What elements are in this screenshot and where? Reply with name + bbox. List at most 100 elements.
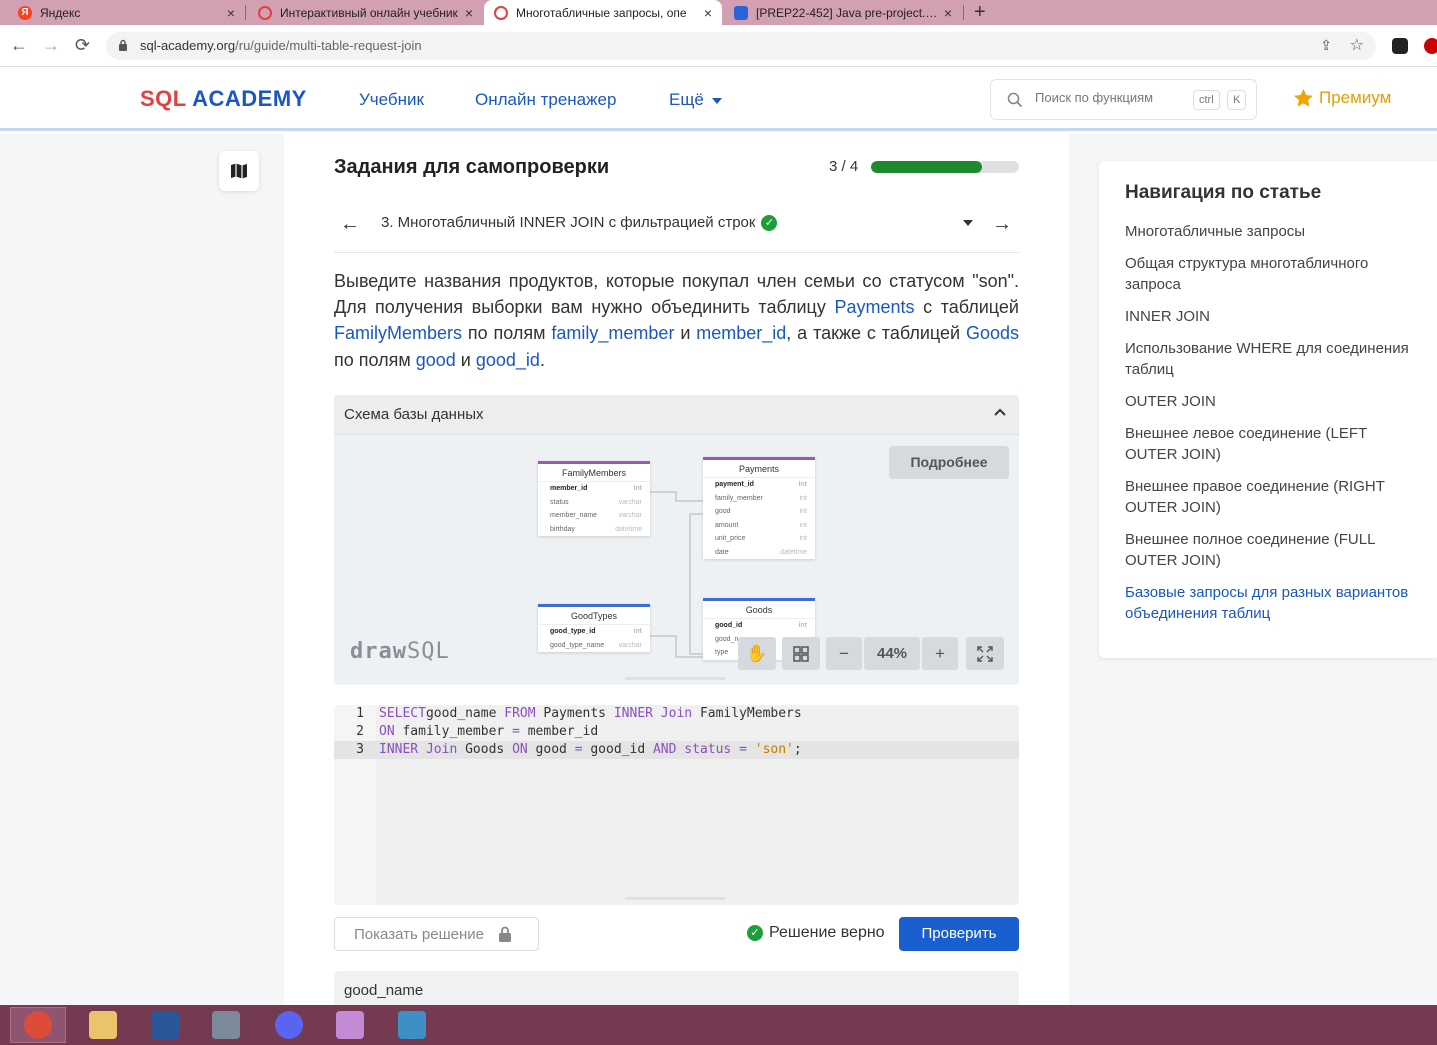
tab-separator — [245, 5, 246, 20]
column-name: amount — [715, 521, 739, 529]
share-icon[interactable]: ⇪ — [1320, 37, 1332, 54]
nav-more[interactable]: Ещё — [669, 90, 722, 110]
schema-table-name: Payments — [703, 460, 815, 478]
next-task-arrow-icon[interactable]: → — [992, 213, 1012, 236]
task-title[interactable]: 3. Многотабличный INNER JOIN с фильтраци… — [381, 214, 778, 231]
close-tab-icon[interactable]: × — [465, 5, 473, 21]
sql-code-editor[interactable]: 1 SELECTgood_name FROM Payments INNER Joi… — [334, 705, 1019, 905]
sql-academy-favicon-icon — [258, 5, 272, 20]
url-text: sql-academy.org/ru/guide/multi-table-req… — [140, 38, 422, 53]
back-arrow-icon[interactable]: ← — [10, 34, 28, 56]
column-name: good_type_name — [550, 641, 605, 649]
column-type: datetime — [780, 548, 807, 556]
code-line[interactable]: 1 SELECTgood_name FROM Payments INNER Joi… — [334, 705, 1019, 723]
close-tab-icon[interactable]: × — [944, 5, 952, 21]
shortcut-key-k: K — [1227, 90, 1247, 110]
lock-icon — [119, 39, 127, 51]
article-navigation: Навигация по статье Многотабличные запро… — [1099, 161, 1437, 658]
url-path: /ru/guide/multi-table-request-join — [235, 38, 422, 53]
taskbar-app-button[interactable] — [137, 1007, 193, 1043]
schema-table-payments[interactable]: Payments payment_id int family_member int … — [703, 457, 815, 559]
drawsql-logo-draw: draw — [350, 639, 407, 664]
pan-hand-button[interactable]: ✋ — [738, 637, 776, 670]
schema-table-family-members[interactable]: FamilyMembers member_id int status varchar… — [538, 461, 650, 536]
url-host: sql-academy.org — [140, 38, 236, 53]
logo-academy: ACADEMY — [192, 86, 307, 111]
nav-online-trainer[interactable]: Онлайн тренажер — [475, 90, 616, 110]
tab-title: Многотабличные запросы, опе — [516, 5, 687, 20]
schema-table-name: Goods — [703, 601, 815, 619]
chevron-up-icon[interactable] — [993, 405, 1007, 419]
taskbar-app-button[interactable] — [322, 1007, 378, 1043]
zoom-in-button[interactable]: + — [922, 637, 958, 670]
forward-arrow-icon[interactable]: → — [42, 34, 60, 56]
article-nav-item[interactable]: Внешнее левое соединение (LEFT OUTER JOI… — [1125, 423, 1415, 465]
star-icon — [1294, 89, 1313, 107]
editor-scrollbar[interactable] — [625, 897, 725, 900]
chrome-icon — [24, 1011, 52, 1039]
column-type: varchar — [618, 498, 642, 506]
windows-taskbar — [0, 1005, 1437, 1045]
code-line[interactable]: 2 ON family_member = member_id — [334, 723, 1019, 741]
taskbar-app-button[interactable] — [75, 1007, 131, 1043]
map-toggle-button[interactable] — [219, 151, 259, 191]
article-nav-item[interactable]: Внешнее правое соединение (RIGHT OUTER J… — [1125, 476, 1415, 518]
taskbar-app-button[interactable] — [10, 1007, 66, 1043]
sql-keyword: = — [574, 742, 583, 757]
column-type: int — [798, 622, 807, 629]
site-header: SQL ACADEMY Учебник Онлайн тренажер Ещё … — [0, 67, 1437, 131]
sql-keyword: INNER Join — [613, 706, 693, 721]
close-tab-icon[interactable]: × — [227, 5, 235, 21]
article-nav-item[interactable]: OUTER JOIN — [1125, 391, 1415, 412]
map-icon — [231, 163, 247, 179]
taskbar-app-button[interactable] — [261, 1007, 317, 1043]
new-tab-button[interactable]: + — [974, 0, 986, 25]
article-nav-item[interactable]: Базовые запросы для разных вариантов объ… — [1125, 582, 1415, 624]
reload-icon[interactable]: ⟳ — [75, 34, 90, 56]
sql-token: good_id — [582, 742, 653, 757]
browser-tab-yandex[interactable]: Я Яндекс × — [8, 0, 245, 25]
section-title: Задания для самопроверки — [334, 156, 610, 178]
schema-table-good-types[interactable]: GoodTypes good_type_id int good_type_name… — [538, 604, 650, 652]
function-search[interactable]: ctrl K — [990, 79, 1257, 120]
premium-link[interactable]: Премиум — [1294, 88, 1391, 108]
browser-tab-jira[interactable]: [PREP22-452] Java pre-project. Зад × — [724, 0, 962, 25]
taskbar-app-button[interactable] — [198, 1007, 254, 1043]
taskbar-app-button[interactable] — [384, 1007, 440, 1043]
fit-layout-button[interactable] — [782, 637, 820, 670]
column-type: int — [633, 485, 642, 492]
close-tab-icon[interactable]: × — [704, 5, 712, 21]
caret-down-icon — [711, 97, 722, 104]
article-nav-list: Многотабличные запросы Общая структура мн… — [1125, 221, 1415, 635]
article-nav-item[interactable]: Использование WHERE для соединения табли… — [1125, 338, 1415, 380]
prev-task-arrow-icon[interactable]: ← — [340, 213, 360, 236]
column-type: int — [799, 508, 807, 515]
search-input[interactable] — [1035, 90, 1175, 105]
fullscreen-button[interactable] — [966, 637, 1004, 670]
drawsql-logo-sql: SQL — [406, 639, 450, 664]
extension-icon[interactable] — [1424, 38, 1437, 54]
column-name: type — [715, 649, 729, 656]
schema-panel-header[interactable]: Схема базы данных — [334, 395, 1019, 435]
article-nav-item[interactable]: Внешнее полное соединение (FULL OUTER JO… — [1125, 529, 1415, 571]
column-name: good_n — [715, 635, 739, 643]
extension-icon[interactable] — [1392, 38, 1408, 54]
browser-tab-tutorial[interactable]: Интерактивный онлайн учебник × — [248, 0, 483, 25]
desc-term: Payments — [834, 297, 915, 318]
url-bar[interactable]: sql-academy.org/ru/guide/multi-table-req… — [106, 32, 1376, 60]
schema-scrollbar[interactable] — [625, 677, 725, 680]
code-line[interactable]: 3 INNER Join Goods ON good = good_id AND … — [334, 741, 1019, 759]
article-nav-item[interactable]: Общая структура многотабличного запроса — [1125, 253, 1415, 295]
success-check-icon: ✓ — [747, 925, 763, 941]
browser-tab-active[interactable]: Многотабличные запросы, опе × — [484, 0, 722, 25]
desc-text: и — [455, 349, 476, 370]
nav-textbook[interactable]: Учебник — [359, 90, 424, 110]
bookmark-star-icon[interactable]: ☆ — [1350, 35, 1364, 55]
check-button[interactable]: Проверить — [899, 917, 1019, 951]
task-dropdown-caret-icon[interactable] — [963, 220, 973, 226]
zoom-out-button[interactable]: − — [826, 637, 862, 670]
article-nav-item[interactable]: Многотабличные запросы — [1125, 221, 1415, 242]
show-solution-button[interactable]: Показать решение — [334, 917, 539, 951]
site-logo[interactable]: SQL ACADEMY — [140, 86, 307, 112]
article-nav-item[interactable]: INNER JOIN — [1125, 306, 1415, 327]
